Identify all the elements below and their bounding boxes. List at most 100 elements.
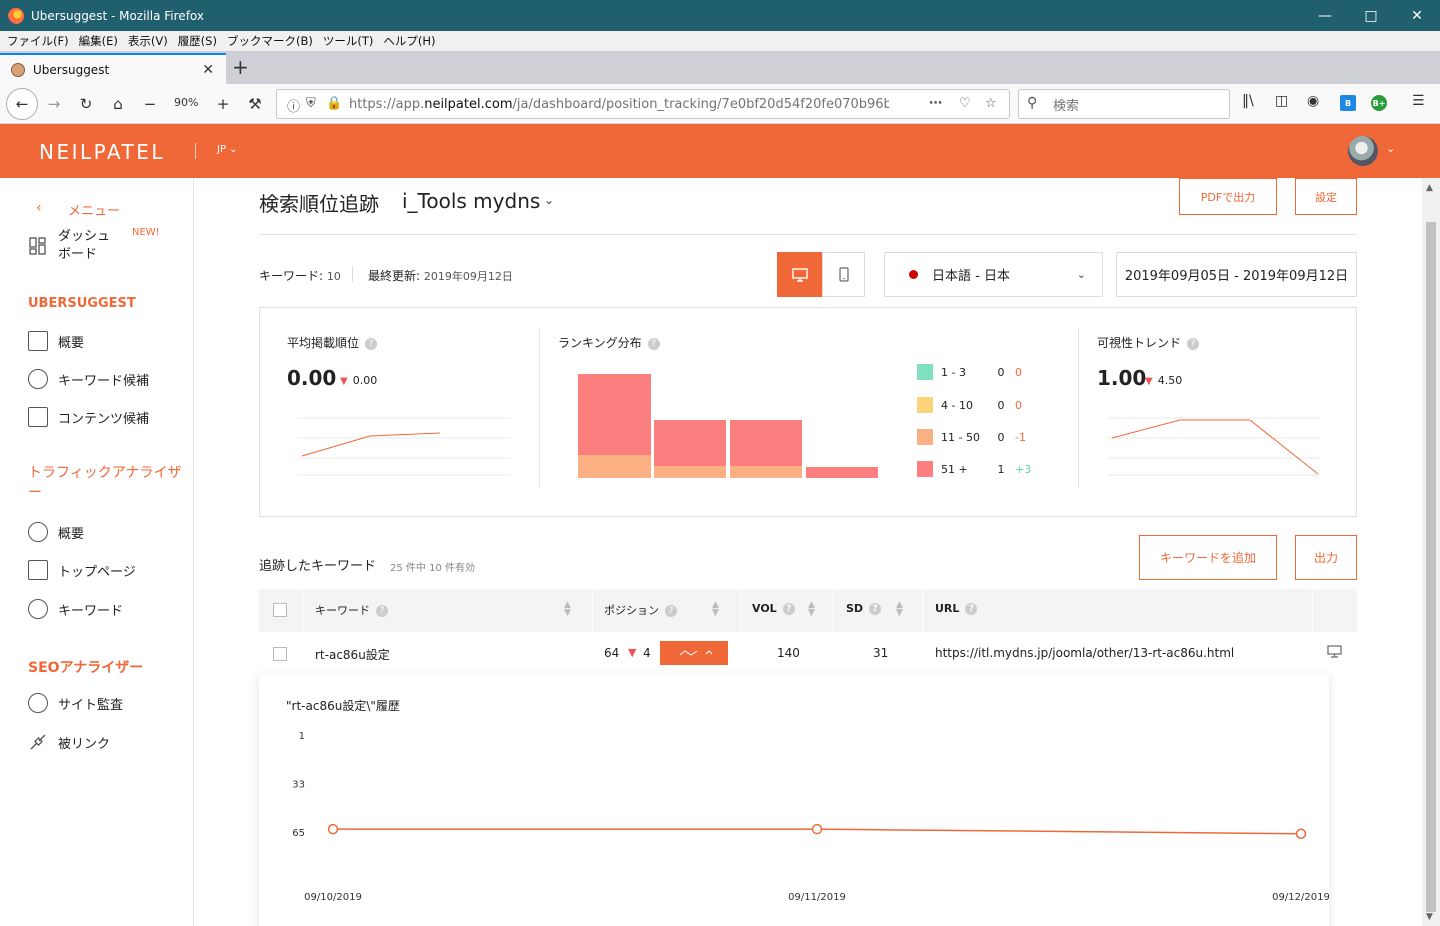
home-icon[interactable]: ⌂ [105, 91, 131, 117]
zoom-level[interactable]: 90% [174, 96, 198, 109]
gauge-icon [28, 522, 48, 542]
zoom-out-icon[interactable]: − [137, 91, 163, 117]
close-window-icon[interactable]: ✕ [1394, 0, 1440, 31]
sidebar-item-dashboard[interactable]: ダッシュ ボード [28, 228, 110, 264]
mobile-toggle[interactable] [822, 252, 865, 297]
bookmark-star-icon[interactable]: ☆ [985, 96, 997, 111]
language-switch[interactable]: JP ⌄ [217, 144, 238, 155]
address-bar[interactable]: ⓘ ⛨ 🔒 https://app.neilpatel.com/ja/dashb… [276, 89, 1010, 119]
column-position[interactable]: ポジション? [604, 602, 677, 618]
column-url[interactable]: URL? [935, 602, 978, 615]
sidebar-menu-toggle[interactable]: メニュー [68, 200, 120, 219]
sidebar-item-backlinks[interactable]: 被リンク [28, 732, 110, 752]
history-point[interactable] [327, 823, 339, 835]
sidebar-item-site-audit[interactable]: サイト監査 [28, 693, 123, 713]
site-header: NEILPATEL JP ⌄ ⌄ [0, 124, 1440, 178]
row-checkbox[interactable] [273, 647, 287, 661]
back-icon[interactable]: ← [6, 88, 38, 120]
page-actions-icon[interactable]: ⋯ [929, 96, 942, 111]
column-sd[interactable]: SD? [846, 602, 882, 615]
tab-ubersuggest[interactable]: Ubersuggest ✕ [0, 53, 226, 84]
history-point[interactable] [811, 823, 823, 835]
close-tab-icon[interactable]: ✕ [202, 62, 214, 78]
chevron-left-icon[interactable]: ‹ [36, 200, 42, 216]
user-avatar[interactable] [1348, 136, 1378, 166]
language-location-select[interactable]: 日本語 - 日本 ⌄ [884, 252, 1103, 297]
scrollbar-thumb[interactable] [1426, 222, 1436, 912]
history-point[interactable] [1295, 828, 1307, 839]
neilpatel-logo[interactable]: NEILPATEL [39, 140, 165, 164]
column-vol[interactable]: VOL? [752, 602, 795, 615]
pocket-icon[interactable]: ♡ [959, 96, 971, 111]
new-tab-icon[interactable]: + [232, 55, 249, 79]
lock-icon[interactable]: 🔒 [326, 96, 342, 111]
sidebar-item-overview[interactable]: 概要 [28, 331, 84, 351]
export-button[interactable]: 出力 [1295, 535, 1357, 580]
sidebar-section-traffic: トラフィックアナライザー [28, 465, 182, 501]
reload-icon[interactable]: ↻ [73, 91, 99, 117]
menu-edit[interactable]: 編集(E) [79, 33, 118, 49]
ranking-distribution-label: ランキング分布? [558, 334, 660, 351]
history-toggle-button[interactable] [660, 641, 728, 665]
sidebar-toggle-icon[interactable]: ◫ [1275, 93, 1288, 109]
date-range-picker[interactable]: 2019年09月05日 - 2019年09月12日 [1116, 252, 1357, 297]
down-triangle-icon: ▼ [340, 376, 348, 387]
menu-history[interactable]: 履歴(S) [178, 33, 217, 49]
sidebar-item-content-ideas[interactable]: コンテンツ候補 [28, 407, 149, 427]
help-icon[interactable]: ? [647, 337, 660, 350]
help-icon[interactable]: ? [365, 337, 378, 350]
maximize-icon[interactable]: □ [1348, 0, 1394, 31]
project-selector[interactable]: i_Tools mydns [402, 189, 540, 213]
settings-button[interactable]: 設定 [1295, 178, 1357, 215]
sort-icon[interactable]: ▲ ▼ [896, 601, 903, 618]
sort-icon[interactable]: ▲ ▼ [808, 601, 815, 618]
menu-view[interactable]: 表示(V) [128, 33, 168, 49]
main-content: 検索順位追跡 i_Tools mydns ⌄ PDFで出力 設定 キーワード: … [194, 178, 1422, 926]
sidebar-item-traffic-overview[interactable]: 概要 [28, 522, 84, 542]
row-keyword: rt-ac86u設定 [315, 648, 390, 662]
menu-bookmarks[interactable]: ブックマーク(B) [227, 33, 313, 49]
library-icon[interactable]: ‖\ [1242, 93, 1254, 109]
scroll-up-icon[interactable]: ▲ [1426, 183, 1433, 193]
scrollbar[interactable]: ▲ ▼ [1422, 178, 1440, 926]
column-keyword[interactable]: キーワード? [315, 602, 388, 618]
extension-bplus-icon[interactable]: B+ [1371, 95, 1387, 111]
hamburger-menu-icon[interactable]: ☰ [1412, 93, 1425, 109]
sidebar-item-label: キーワード候補 [58, 373, 150, 389]
x-tick-label: 09/12/2019 [1272, 892, 1329, 903]
menu-help[interactable]: ヘルプ(H) [383, 33, 435, 49]
chevron-down-icon[interactable]: ⌄ [544, 193, 554, 207]
desktop-toggle[interactable] [777, 252, 823, 297]
row-url[interactable]: https://itl.mydns.jp/joomla/other/13-rt-… [935, 646, 1234, 660]
menu-tools[interactable]: ツール(T) [323, 33, 374, 49]
pdf-export-button[interactable]: PDFで出力 [1179, 178, 1277, 215]
add-keyword-button[interactable]: キーワードを追加 [1139, 535, 1277, 580]
menu-file[interactable]: ファイル(F) [7, 33, 69, 49]
sort-icon[interactable]: ▲ ▼ [564, 601, 571, 618]
forward-icon[interactable]: → [41, 91, 67, 117]
chevron-down-icon[interactable]: ⌄ [1386, 142, 1395, 155]
extension-b-icon[interactable]: B [1340, 95, 1356, 111]
sort-icon[interactable]: ▲ ▼ [712, 601, 719, 618]
info-icon[interactable]: ⓘ [287, 96, 300, 115]
keyword-count: キーワード: 10 [259, 269, 341, 283]
table-row[interactable]: rt-ac86u設定 64 ▼ 4 140 31 https://itl.myd… [259, 632, 1357, 675]
help-icon[interactable]: ? [1187, 337, 1200, 350]
sidebar-item-traffic-keywords[interactable]: キーワード [28, 599, 123, 619]
account-icon[interactable]: ◉ [1307, 93, 1319, 109]
url-text[interactable]: https://app.neilpatel.com/ja/dashboard/p… [349, 97, 889, 112]
sidebar-item-keyword-ideas[interactable]: キーワード候補 [28, 369, 149, 389]
minimize-icon[interactable]: — [1302, 0, 1348, 31]
search-box[interactable]: ⚲ 検索 [1018, 89, 1230, 119]
stats-card: 平均掲載順位? 0.00 ▼ 0.00 ランキング分布? 1 - 3004 - 1… [259, 307, 1357, 517]
legend-swatch [917, 397, 933, 413]
shield-icon[interactable]: ⛨ [306, 96, 316, 111]
dist-bar-1 [578, 374, 651, 455]
zoom-in-icon[interactable]: + [210, 91, 236, 117]
wrench-icon[interactable]: ⚒ [242, 91, 268, 117]
scroll-down-icon[interactable]: ▼ [1426, 912, 1433, 922]
legend-change: 0 [1015, 398, 1022, 412]
sidebar-item-top-pages[interactable]: トップページ [28, 560, 136, 580]
select-all-checkbox[interactable] [273, 603, 287, 617]
divider [1078, 328, 1079, 488]
